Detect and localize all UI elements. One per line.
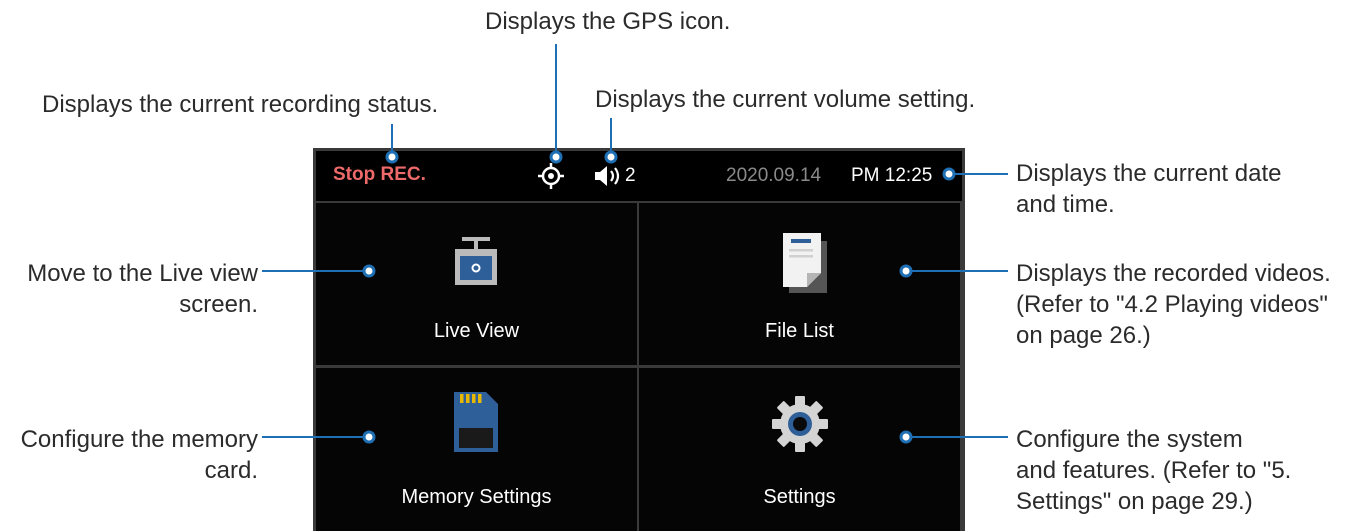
- leader-dot-gps: [549, 150, 563, 164]
- callout-leader-lines: [262, 44, 1008, 444]
- leader-dot-datetime: [942, 167, 956, 181]
- leader-dot-recording: [385, 150, 399, 164]
- leader-dot-settings: [899, 430, 913, 444]
- leader-dot-liveview: [362, 264, 376, 278]
- leader-dot-filelist: [899, 264, 913, 278]
- leader-dot-volume: [604, 150, 618, 164]
- leader-dot-memory: [362, 430, 376, 444]
